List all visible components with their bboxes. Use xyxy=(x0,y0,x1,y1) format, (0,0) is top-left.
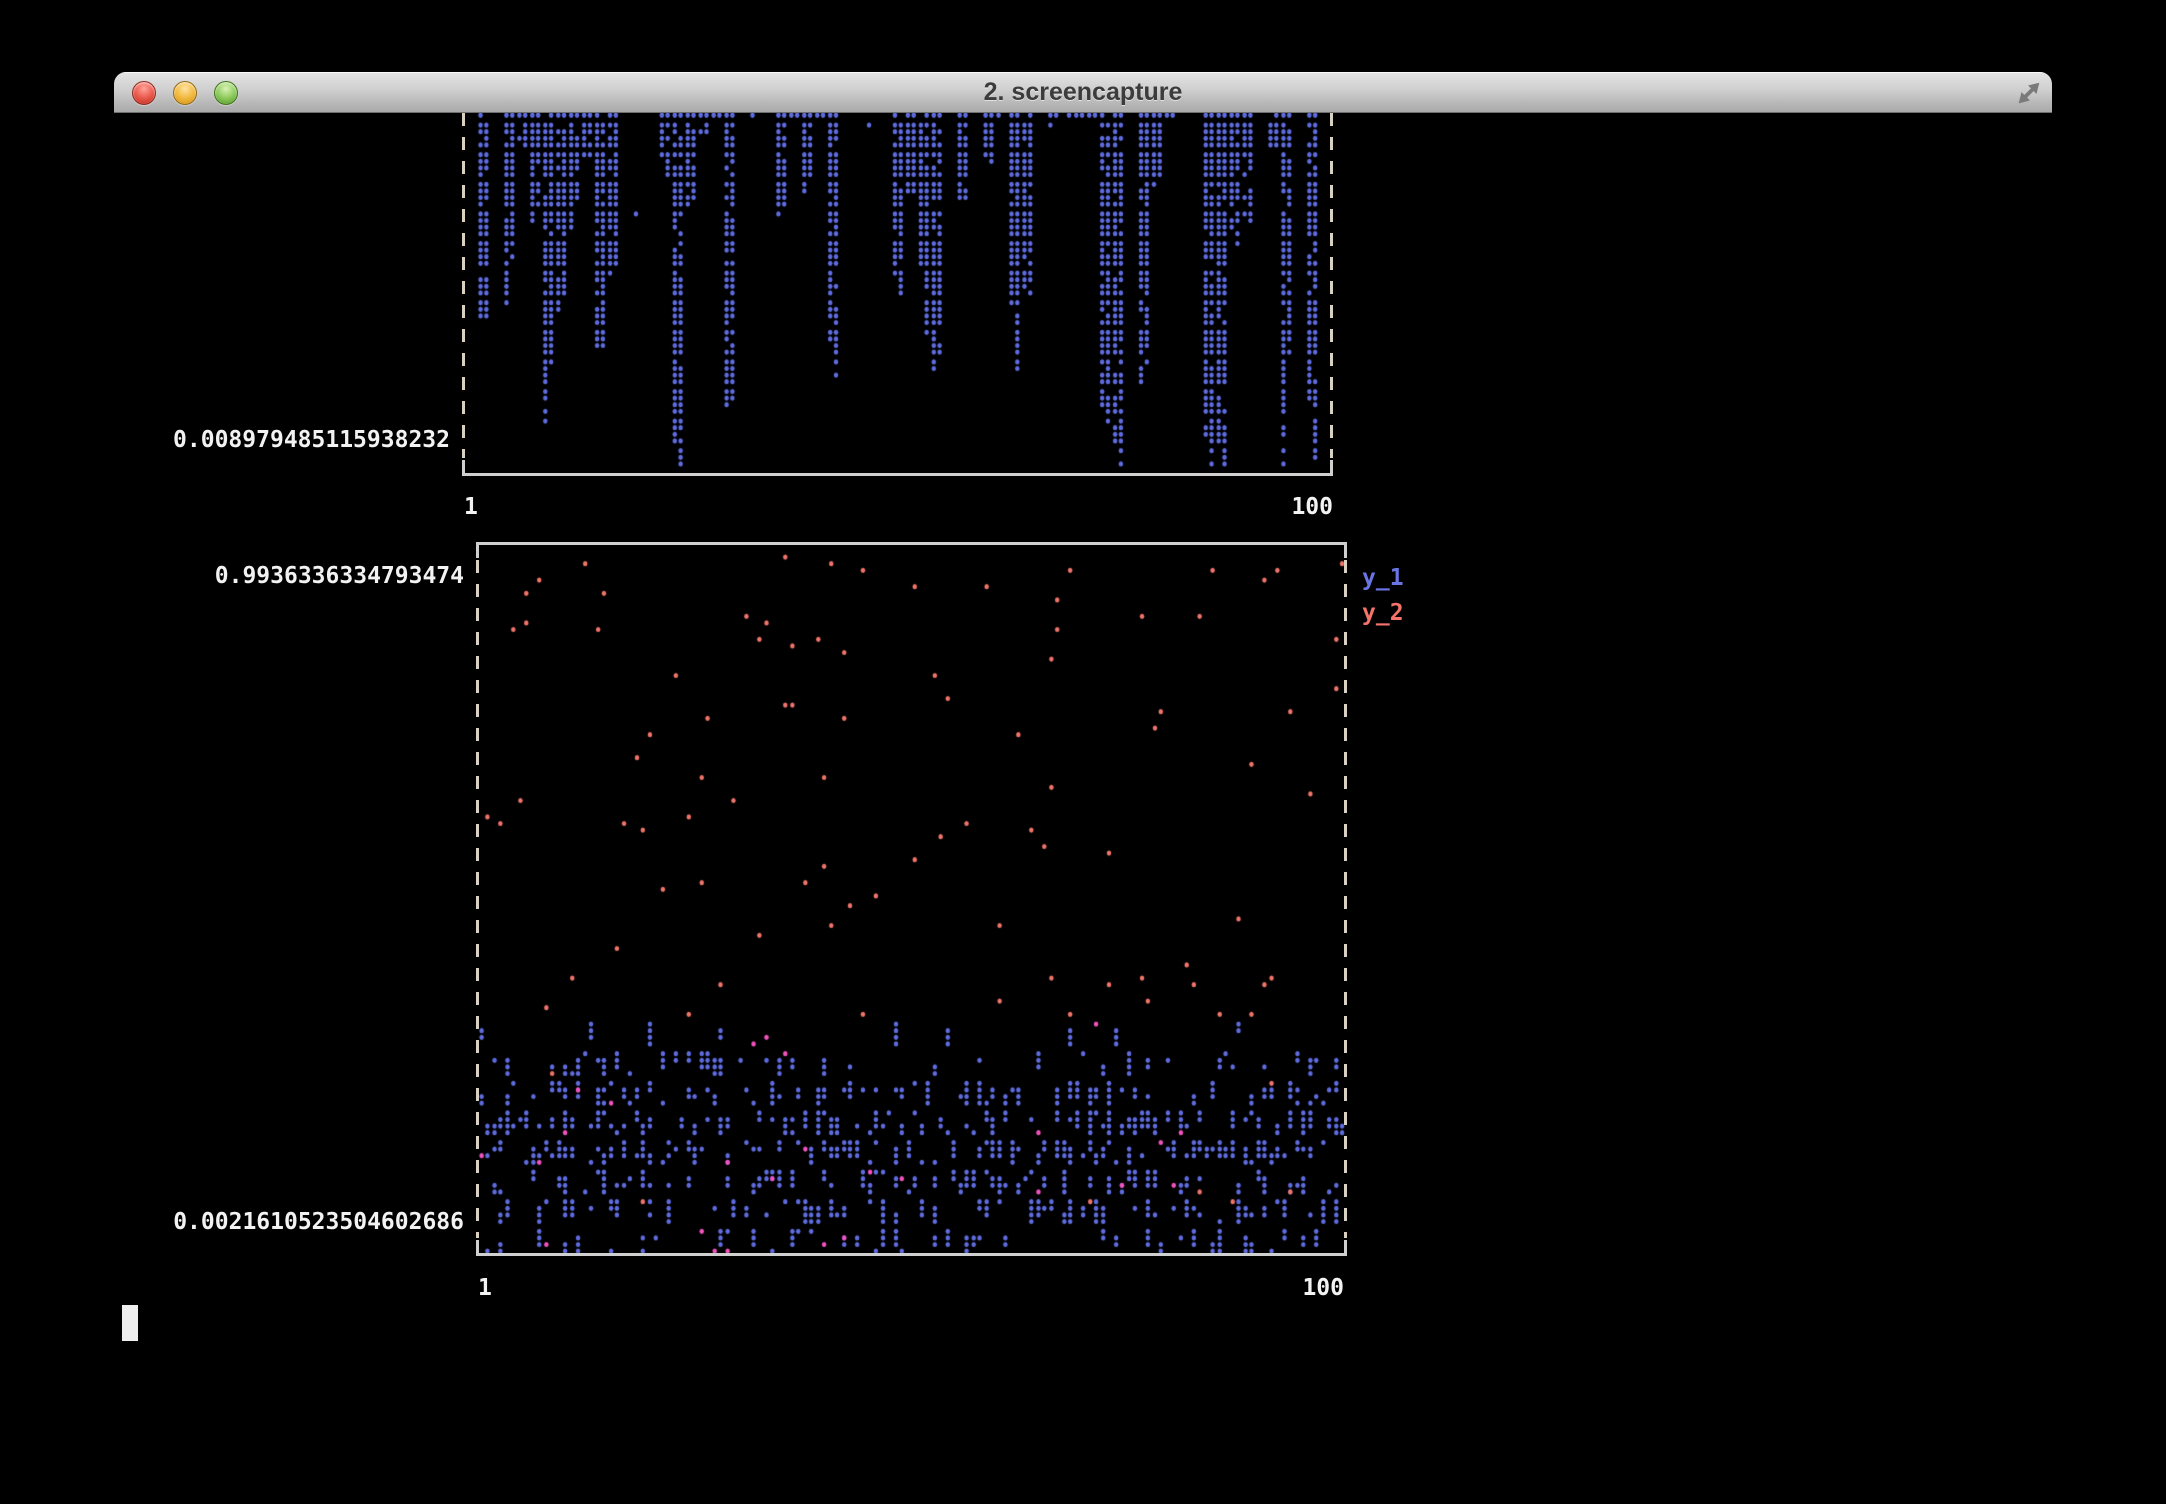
plot2-left-border xyxy=(476,560,479,1238)
plot2-right-border xyxy=(1344,560,1347,1238)
window-title: 2. screencapture xyxy=(114,72,2052,112)
plot2-xmax-label: 100 xyxy=(1244,1275,1344,1301)
plot1-bottom-border xyxy=(462,473,1333,476)
legend-item-y2: y_2 xyxy=(1362,600,1404,626)
legend-item-y1: y_1 xyxy=(1362,565,1404,591)
plot1-corner-left xyxy=(462,460,465,473)
plot1-xmin-label: 1 xyxy=(464,494,478,520)
desktop: { "window": { "title": "2. screencapture… xyxy=(0,0,2166,1504)
plot1-xmax-label: 100 xyxy=(1233,494,1333,520)
plot2-top-corner-right xyxy=(1344,545,1347,558)
plot1-corner-right xyxy=(1330,460,1333,473)
plot2-top-corner-left xyxy=(476,545,479,558)
plot1-right-border xyxy=(1330,113,1333,458)
plot2-ymax-label: 0.9936336334793474 xyxy=(114,563,464,589)
terminal-canvas xyxy=(114,113,2052,1504)
plot2-bottom-corner-left xyxy=(476,1240,479,1253)
plot1-ymin-label: 0.008979485115938232 xyxy=(114,427,450,453)
plot2-bottom-corner-right xyxy=(1344,1240,1347,1253)
plot2-ymin-label: 0.0021610523504602686 xyxy=(114,1209,464,1235)
terminal-content[interactable]: 0.008979485115938232 1 100 0.99363363347… xyxy=(114,113,2052,1504)
title-bar[interactable]: 2. screencapture xyxy=(114,72,2052,113)
resize-arrows-icon[interactable] xyxy=(2014,78,2044,108)
plot2-bottom-border xyxy=(476,1253,1347,1256)
plot1-left-border xyxy=(462,113,465,458)
terminal-window: 2. screencapture 0.008979485115938232 1 … xyxy=(114,72,2052,1504)
terminal-cursor xyxy=(122,1305,138,1341)
plot2-xmin-label: 1 xyxy=(478,1275,492,1301)
plot2-top-border xyxy=(476,542,1347,545)
